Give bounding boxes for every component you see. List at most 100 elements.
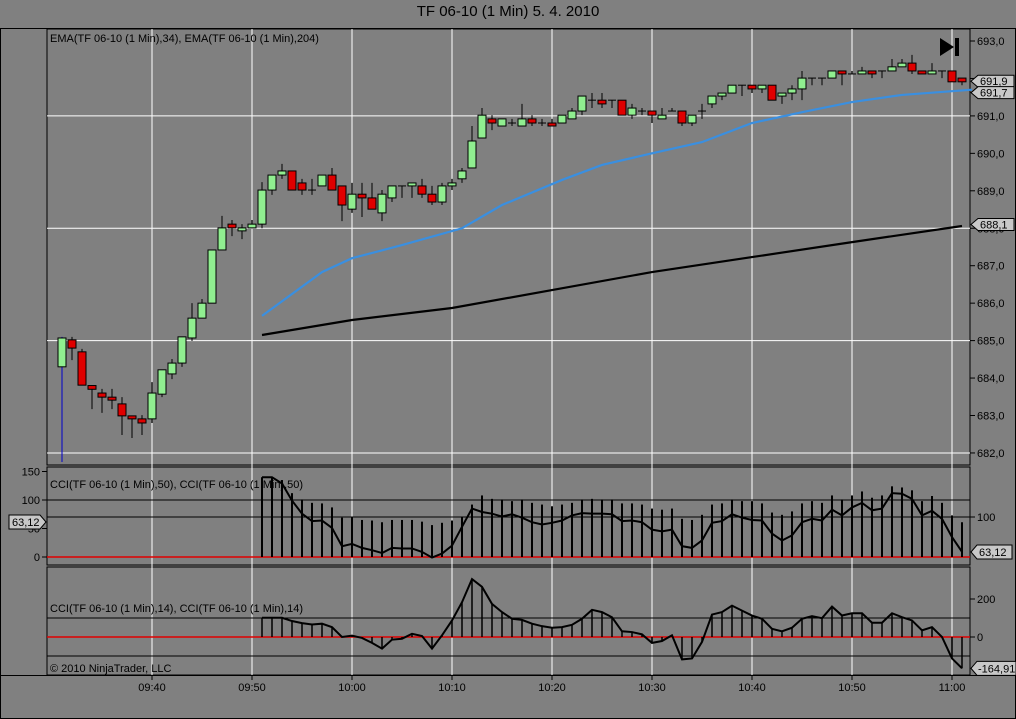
candle-up <box>827 70 837 79</box>
candle-up <box>497 118 507 127</box>
price-marker-label: 688,1 <box>980 220 1008 232</box>
candle-down <box>427 193 437 203</box>
candle-up <box>437 185 447 203</box>
candle-up <box>717 92 727 97</box>
time-label: 10:10 <box>438 682 466 694</box>
cci50-right-marker-label: 63,12 <box>979 547 1007 559</box>
candle-up <box>247 223 257 229</box>
candle-down <box>837 70 847 75</box>
candle-down <box>487 118 497 124</box>
price-label: 689,0 <box>977 186 1005 198</box>
cci50-right-label: 100 <box>977 512 995 524</box>
candle-down <box>677 110 687 124</box>
time-label: 09:50 <box>238 682 266 694</box>
time-label: 10:30 <box>638 682 666 694</box>
cci50-left-label: 150 <box>22 467 40 479</box>
candle-up <box>177 336 187 364</box>
candle-up <box>317 174 327 187</box>
price-label: 687,0 <box>977 261 1005 273</box>
candle-up <box>407 182 417 187</box>
candle-down <box>367 197 377 210</box>
time-label: 10:20 <box>538 682 566 694</box>
price-label: 686,0 <box>977 298 1005 310</box>
candle-up <box>577 95 587 112</box>
candle-up <box>567 110 577 120</box>
candle-up <box>897 62 907 68</box>
candle-up <box>557 114 567 124</box>
candle-down <box>107 396 117 401</box>
candle-down <box>97 392 107 398</box>
candle-up <box>517 118 527 127</box>
price-label: 684,0 <box>977 373 1005 385</box>
candle-up <box>197 302 207 319</box>
candle-up <box>57 337 67 368</box>
candle-up <box>447 182 457 187</box>
cci14-panel-title: CCI(TF 06-10 (1 Min),14), CCI(TF 06-10 (… <box>50 603 303 615</box>
time-label: 09:40 <box>138 682 166 694</box>
candle-down <box>77 351 87 386</box>
price-label: 690,0 <box>977 148 1005 160</box>
candle-down <box>117 403 127 417</box>
candle-down <box>287 170 297 191</box>
cci14-marker-label: -164,91 <box>978 663 1015 675</box>
cci14-right-label: 0 <box>977 632 983 644</box>
candle-up <box>207 249 217 304</box>
main-panel-title: EMA(TF 06-10 (1 Min),34), EMA(TF 06-10 (… <box>50 33 319 45</box>
candle-up <box>387 185 397 199</box>
candle-up <box>627 107 637 116</box>
candle-down <box>767 84 777 101</box>
candle-up <box>257 189 267 225</box>
candle-down <box>617 99 627 116</box>
candle-up <box>467 140 477 169</box>
candle-down <box>127 415 137 420</box>
candle-down <box>67 339 77 349</box>
candle-up <box>267 174 277 191</box>
cci14-right-label: 200 <box>977 594 995 606</box>
time-label: 10:50 <box>838 682 866 694</box>
cci50-left-marker-label: 63,12 <box>12 517 40 529</box>
cci50-left-label: 100 <box>22 495 40 507</box>
copyright-notice: © 2010 NinjaTrader, LLC <box>50 663 171 675</box>
candle-up <box>217 227 227 251</box>
candle-down <box>957 77 967 83</box>
candle-down <box>867 70 877 75</box>
candle-down <box>327 174 337 191</box>
price-label: 693,0 <box>977 36 1005 48</box>
panel-1 <box>46 28 971 466</box>
candle-up <box>187 317 197 339</box>
candle-up <box>147 392 157 420</box>
price-label: 683,0 <box>977 411 1005 423</box>
time-label: 10:40 <box>738 682 766 694</box>
candle-up <box>687 114 697 124</box>
price-marker-label: 691,7 <box>980 88 1008 100</box>
candle-up <box>277 170 287 176</box>
candle-down <box>417 185 427 195</box>
candle-up <box>237 227 247 232</box>
candle-down <box>297 182 307 191</box>
candle-down <box>907 62 917 72</box>
candle-up <box>887 66 897 72</box>
skip-to-end-bar-icon[interactable] <box>955 38 959 56</box>
candle-up <box>347 193 357 210</box>
candle-down <box>917 70 927 75</box>
candle-up <box>927 70 937 75</box>
cci50-left-label: 0 <box>34 552 40 564</box>
candle-up <box>727 84 737 94</box>
candle-down <box>357 193 367 199</box>
candle-up <box>777 92 787 97</box>
candle-up <box>797 77 807 90</box>
cci50-panel-title: CCI(TF 06-10 (1 Min),50), CCI(TF 06-10 (… <box>50 479 303 491</box>
candle-up <box>707 95 717 105</box>
candle-down <box>87 385 97 390</box>
candle-down <box>747 84 757 90</box>
candle-up <box>857 70 867 75</box>
candle-up <box>757 84 767 90</box>
time-label: 11:00 <box>939 682 966 694</box>
candle-up <box>457 170 467 180</box>
candle-down <box>597 99 607 105</box>
candle-up <box>477 114 487 139</box>
time-label: 10:00 <box>338 682 366 694</box>
candle-up <box>787 88 797 94</box>
chart-canvas[interactable]: 09:40 09:50 10:00 10:10 10:20 10:30 10:40 10:50… <box>0 0 1016 719</box>
price-label: 691,0 <box>977 111 1005 123</box>
